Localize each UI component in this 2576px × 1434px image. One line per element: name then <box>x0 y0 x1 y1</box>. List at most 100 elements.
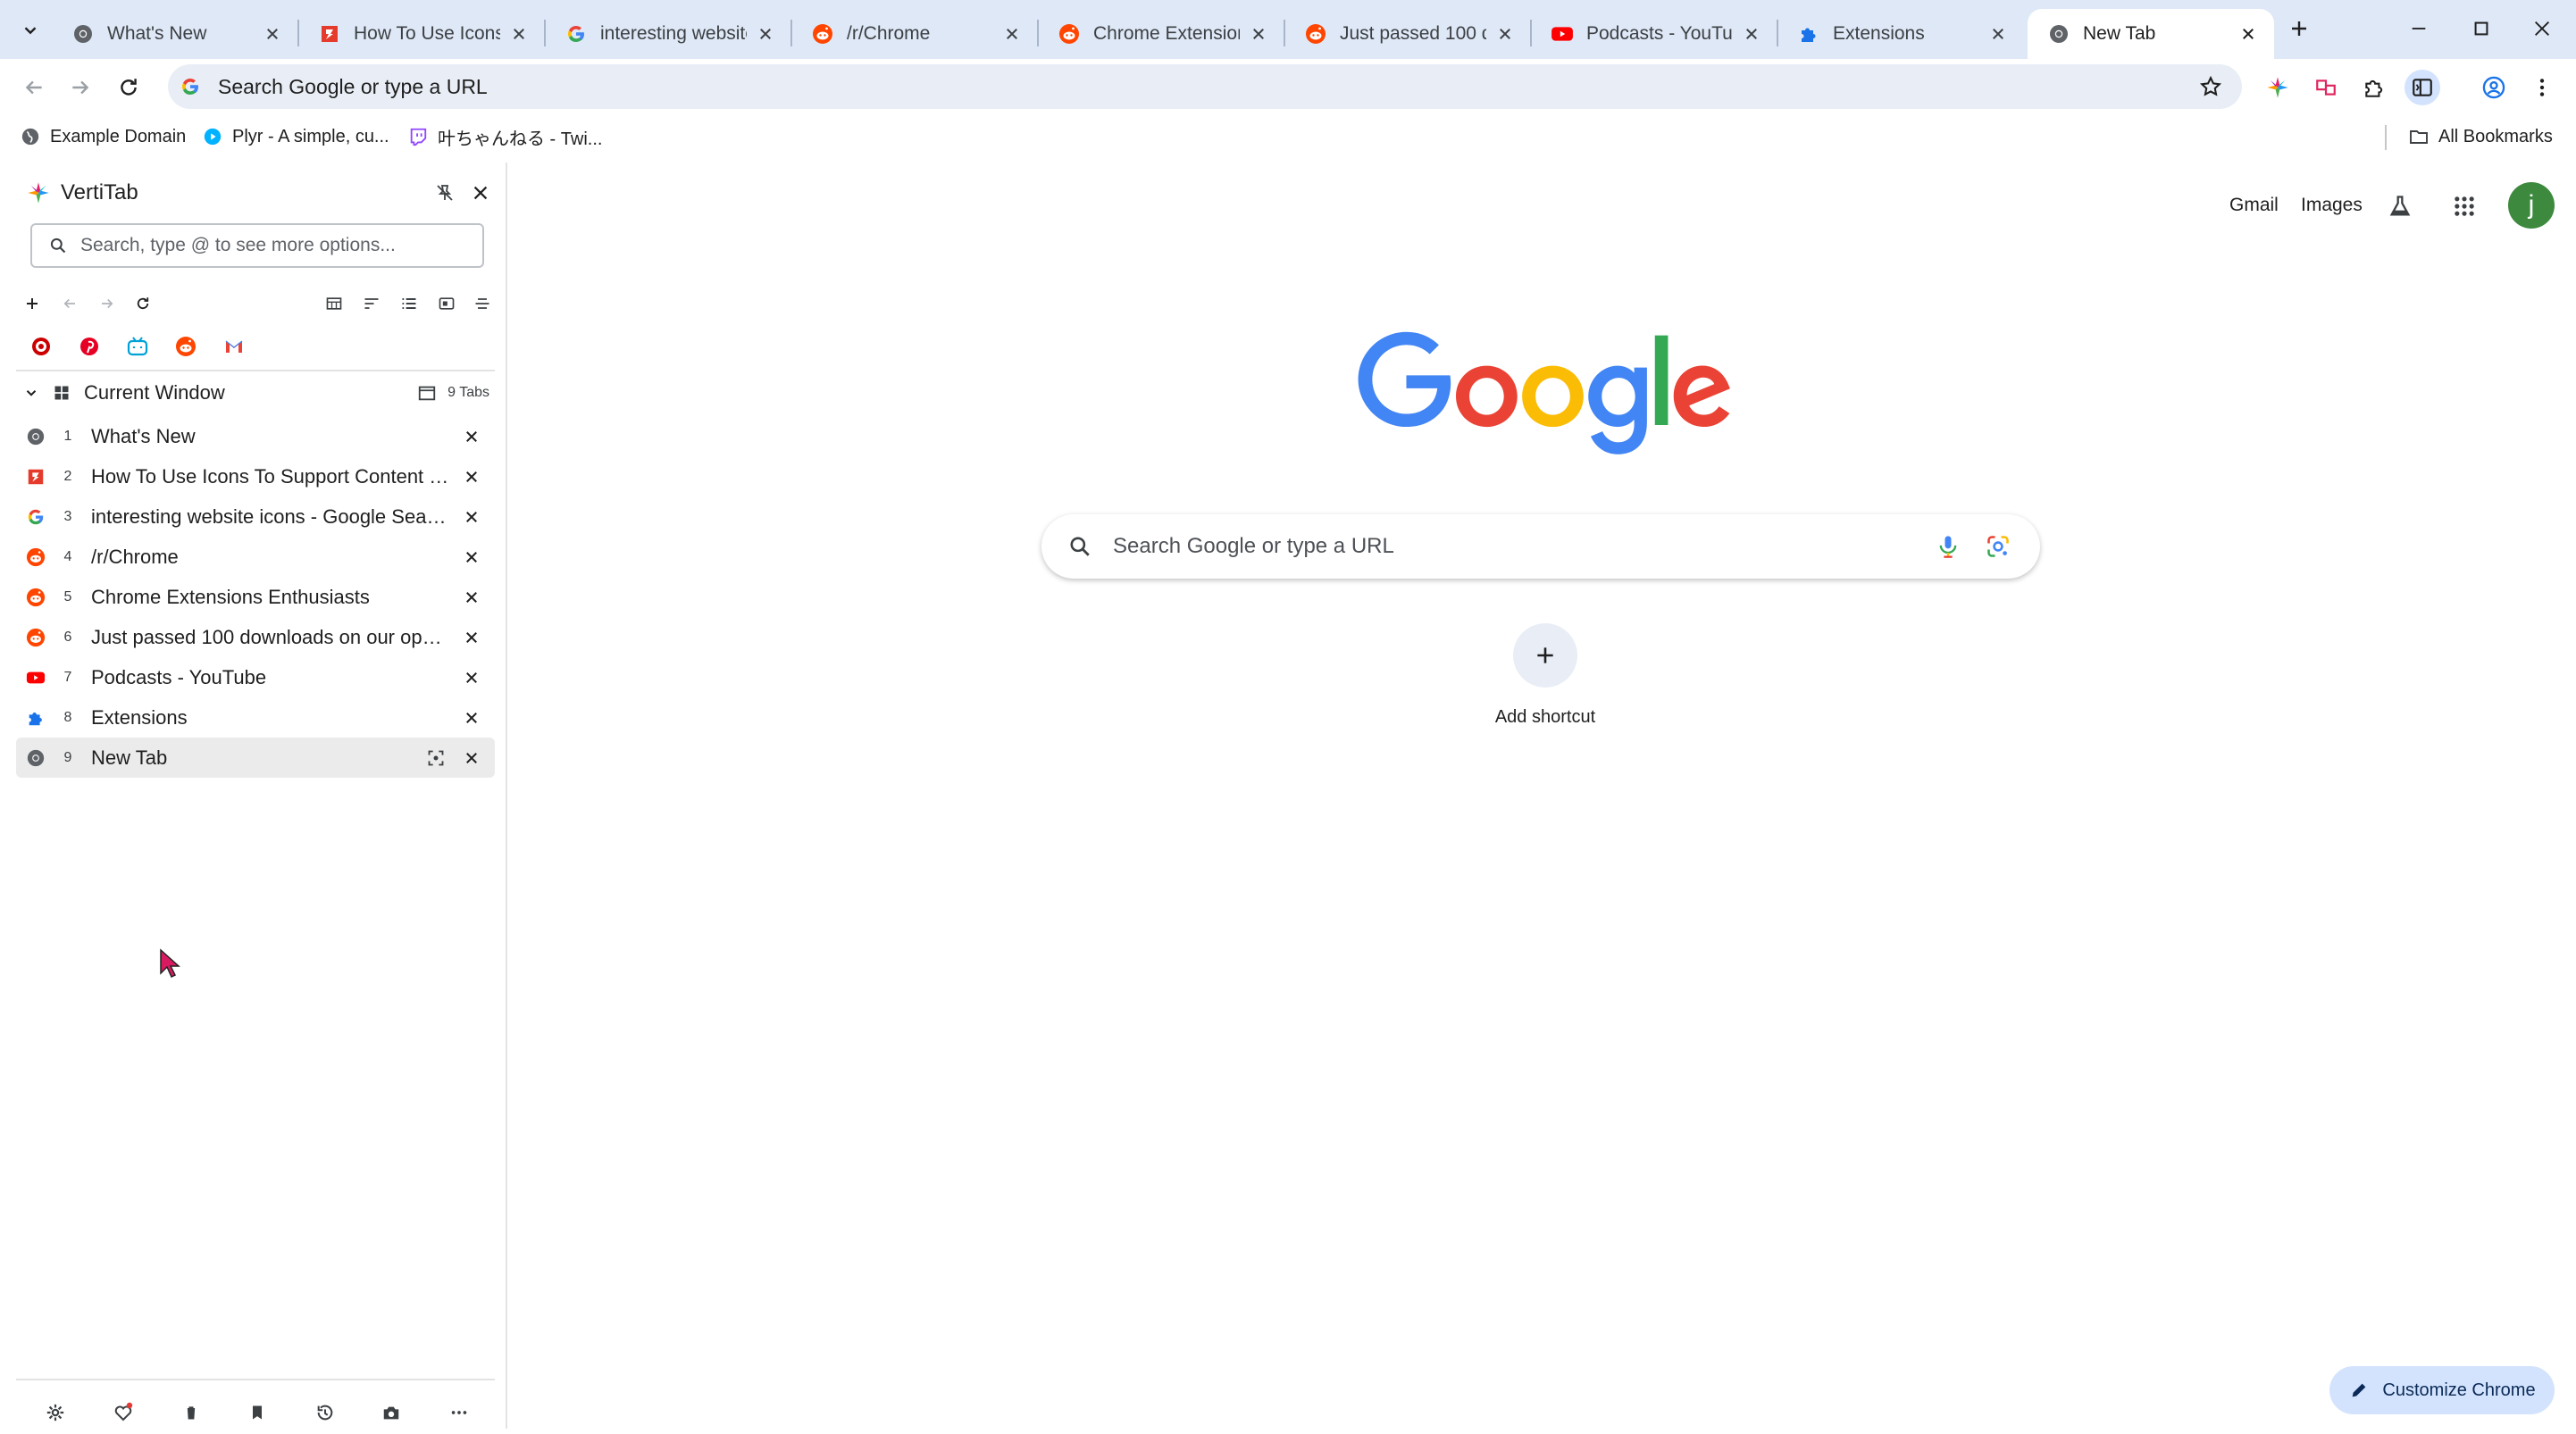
google-apps-button[interactable] <box>2444 186 2485 227</box>
pinned-bilibili-icon[interactable] <box>120 329 155 364</box>
favorites-button[interactable] <box>105 1395 141 1430</box>
close-icon[interactable] <box>1000 22 1024 46</box>
reddit-icon <box>1058 22 1081 46</box>
tab-google-search[interactable]: interesting website <box>545 9 792 59</box>
google-search-box[interactable] <box>1041 514 2040 579</box>
settings-button[interactable] <box>38 1395 73 1430</box>
images-link[interactable]: Images <box>2301 195 2363 216</box>
bookmark-twitch[interactable]: 叶ちゃんねる - Twi... <box>407 121 602 152</box>
all-bookmarks-button[interactable]: All Bookmarks <box>2408 121 2553 152</box>
close-icon[interactable] <box>1247 22 1270 46</box>
vertical-tab-row[interactable]: 7 Podcasts - YouTube <box>16 657 495 697</box>
tab-whats-new[interactable]: What's New <box>52 9 299 59</box>
tab-r-chrome[interactable]: /r/Chrome <box>791 9 1039 59</box>
history-button[interactable] <box>307 1395 343 1430</box>
close-icon[interactable] <box>459 545 484 570</box>
list-view-button[interactable] <box>395 289 423 318</box>
vertical-tab-row-active[interactable]: 9 New Tab <box>16 738 495 778</box>
add-shortcut-button[interactable] <box>1513 623 1577 688</box>
side-panel-button[interactable] <box>2405 70 2440 105</box>
omnibox[interactable]: Search Google or type a URL <box>168 64 2242 109</box>
close-icon[interactable] <box>459 424 484 449</box>
new-tab-button[interactable] <box>2283 13 2315 45</box>
vertitab-search-input[interactable] <box>80 235 456 256</box>
vertical-tab-row[interactable]: 4 /r/Chrome <box>16 537 495 577</box>
gmail-link[interactable]: Gmail <box>2229 195 2279 216</box>
vertical-tab-row[interactable]: 1 What's New <box>16 416 495 456</box>
trash-button[interactable] <box>173 1395 209 1430</box>
tab-search-button[interactable] <box>13 14 48 46</box>
vertitab-search-box[interactable] <box>30 223 484 268</box>
forward-button[interactable] <box>93 289 121 318</box>
close-icon[interactable] <box>459 464 484 489</box>
close-panel-button[interactable] <box>463 175 498 211</box>
vertical-tab-row[interactable]: 5 Chrome Extensions Enthusiasts <box>16 577 495 617</box>
close-icon[interactable] <box>507 22 531 46</box>
close-icon[interactable] <box>459 585 484 610</box>
bookmark-plyr[interactable]: Plyr - A simple, cu... <box>202 121 389 152</box>
pinned-pinterest-icon[interactable] <box>71 329 107 364</box>
bookmark-star-button[interactable] <box>2195 71 2226 102</box>
compact-view-button[interactable] <box>468 289 497 318</box>
chrome-menu-button[interactable] <box>2524 70 2560 105</box>
more-button[interactable] <box>441 1395 477 1430</box>
tab-icons-article[interactable]: How To Use Icons To <box>298 9 546 59</box>
close-icon[interactable] <box>261 22 284 46</box>
unpin-button[interactable] <box>427 175 463 211</box>
bookmark-button[interactable] <box>239 1395 275 1430</box>
chevron-down-icon[interactable] <box>20 381 43 404</box>
tab-just-passed[interactable]: Just passed 100 dow <box>1284 9 1532 59</box>
maximize-button[interactable] <box>2451 0 2512 57</box>
vertical-tab-row[interactable]: 3 interesting website icons - Google Sea… <box>16 496 495 537</box>
customize-chrome-button[interactable]: Customize Chrome <box>2329 1366 2555 1414</box>
close-icon[interactable] <box>459 625 484 650</box>
vertitab-extension-button[interactable] <box>2260 70 2296 105</box>
close-icon[interactable] <box>459 746 484 771</box>
window-group-header[interactable]: Current Window 9 Tabs <box>16 373 495 413</box>
close-icon[interactable] <box>1493 22 1517 46</box>
close-icon[interactable] <box>2237 22 2260 46</box>
add-tab-button[interactable] <box>18 289 46 318</box>
pinned-gmail-icon[interactable] <box>216 329 252 364</box>
labs-button[interactable] <box>2379 186 2421 227</box>
extensions-button[interactable] <box>2356 70 2392 105</box>
close-icon[interactable] <box>459 665 484 690</box>
sort-button[interactable] <box>357 289 386 318</box>
add-shortcut-tile[interactable]: Add shortcut <box>1458 623 1633 757</box>
back-button[interactable] <box>55 289 84 318</box>
tab-extensions[interactable]: Extensions <box>1777 9 2024 59</box>
reload-button[interactable] <box>129 289 157 318</box>
tab-new-tab[interactable]: New Tab <box>2028 9 2274 59</box>
pinned-reddit-icon[interactable] <box>168 329 204 364</box>
omnibox-text: Search Google or type a URL <box>218 74 488 98</box>
bookmark-example-domain[interactable]: Example Domain <box>20 121 186 152</box>
window-close-button[interactable] <box>2512 0 2572 57</box>
tab-index: 4 <box>63 548 72 564</box>
tab-podcasts[interactable]: Podcasts - YouTube <box>1531 9 1778 59</box>
vertical-tab-row[interactable]: 6 Just passed 100 downloads on our open … <box>16 617 495 657</box>
google-lens-button[interactable] <box>1983 531 2013 562</box>
close-icon[interactable] <box>1740 22 1763 46</box>
back-button[interactable] <box>16 70 52 105</box>
close-icon[interactable] <box>1986 22 2010 46</box>
forward-button[interactable] <box>63 70 98 105</box>
close-icon[interactable] <box>459 705 484 730</box>
profile-button[interactable] <box>2476 70 2512 105</box>
close-icon[interactable] <box>754 22 777 46</box>
reload-button[interactable] <box>111 70 146 105</box>
vertical-tab-row[interactable]: 8 Extensions <box>16 697 495 738</box>
google-search-input[interactable] <box>1113 534 1933 559</box>
pinned-target-icon[interactable] <box>23 329 59 364</box>
group-view-button[interactable] <box>320 289 348 318</box>
voice-search-button[interactable] <box>1933 531 1963 562</box>
chrome-icon <box>25 426 46 447</box>
close-icon[interactable] <box>459 504 484 529</box>
account-avatar[interactable]: j <box>2508 182 2555 229</box>
vertical-tab-row[interactable]: 2 How To Use Icons To Support Content In… <box>16 456 495 496</box>
pink-extension-button[interactable] <box>2308 70 2344 105</box>
preview-button[interactable] <box>432 289 461 318</box>
screenshot-icon[interactable] <box>423 746 448 771</box>
camera-button[interactable] <box>373 1395 409 1430</box>
tab-chrome-extensions[interactable]: Chrome Extensions <box>1038 9 1285 59</box>
minimize-button[interactable] <box>2388 0 2449 57</box>
